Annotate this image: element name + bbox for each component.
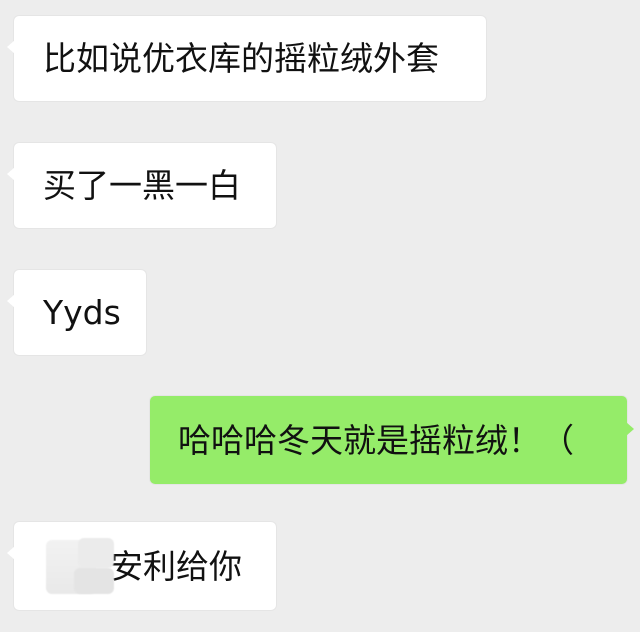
message-bubble-incoming[interactable]: 安利给你 bbox=[7, 522, 276, 610]
message-bubble-incoming[interactable]: Yyds bbox=[7, 270, 146, 355]
message-bubble-incoming[interactable]: 比如说优衣库的摇粒绒外套 bbox=[7, 16, 486, 101]
message-bubble-outgoing[interactable]: 哈哈哈冬天就是摇粒绒！（ bbox=[150, 396, 634, 484]
message-text: 买了一黑一白 bbox=[43, 166, 241, 205]
redacted-content bbox=[46, 536, 122, 596]
message-bubble-incoming[interactable]: 买了一黑一白 bbox=[7, 143, 276, 228]
message-text: 比如说优衣库的摇粒绒外套 bbox=[43, 39, 439, 78]
message-text: 安利给你 bbox=[110, 546, 242, 586]
message-text: Yyds bbox=[43, 293, 121, 332]
message-text: 哈哈哈冬天就是摇粒绒！（ bbox=[178, 420, 574, 460]
